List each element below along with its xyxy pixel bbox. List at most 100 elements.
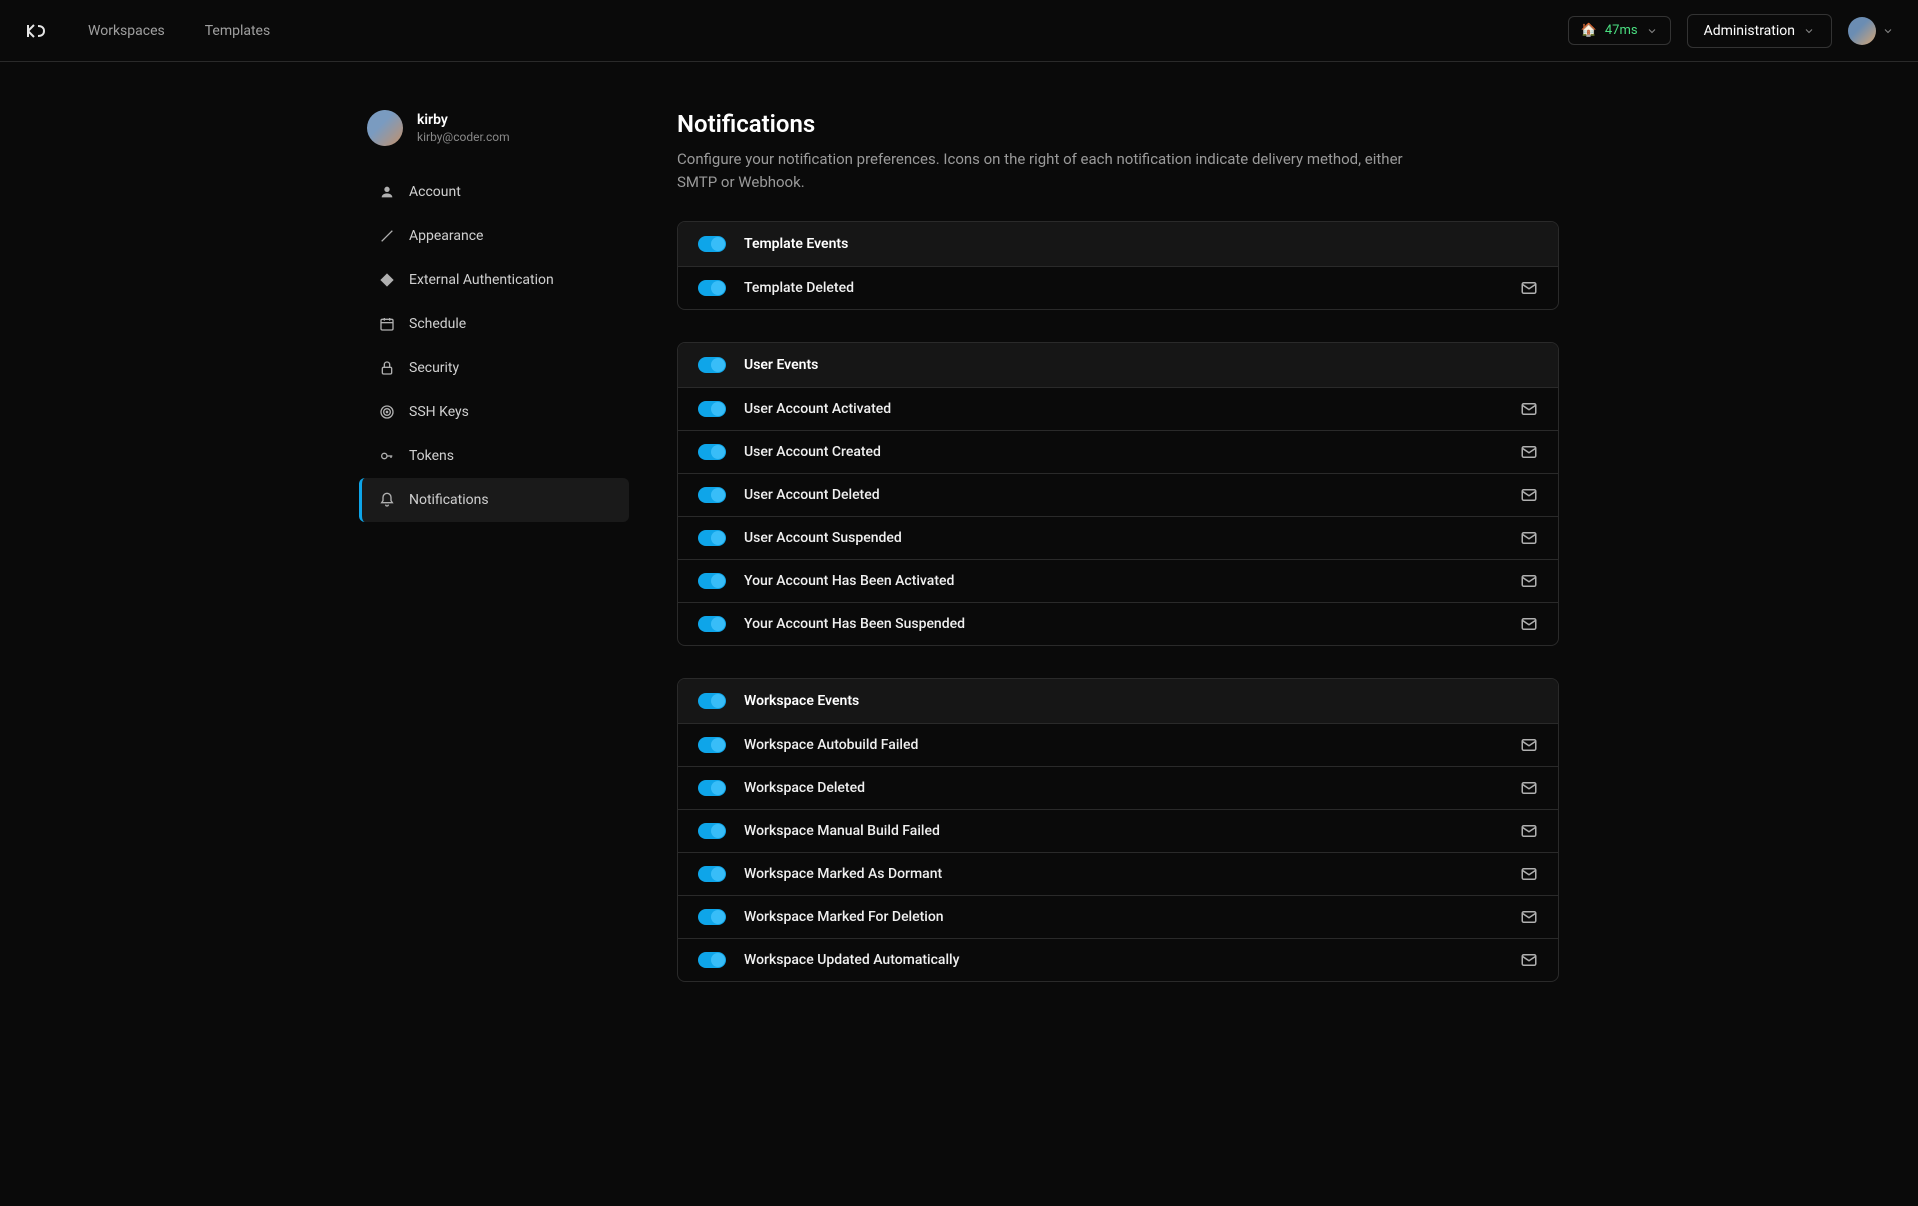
sidebar-item-label: SSH Keys: [409, 404, 469, 420]
user-name: kirby: [417, 112, 510, 128]
notification-toggle[interactable]: [698, 909, 726, 925]
notification-label: Workspace Marked As Dormant: [744, 866, 1502, 882]
avatar: [1848, 17, 1876, 45]
notification-label: Workspace Autobuild Failed: [744, 737, 1502, 753]
notification-row: Workspace Marked As Dormant: [678, 853, 1558, 896]
latency-icon: 🏠: [1581, 23, 1597, 38]
nav-templates[interactable]: Templates: [205, 23, 271, 39]
notification-row: Workspace Manual Build Failed: [678, 810, 1558, 853]
sidebar-item-external-auth[interactable]: External Authentication: [359, 258, 629, 302]
nav-workspaces[interactable]: Workspaces: [88, 23, 165, 39]
notification-row: User Account Suspended: [678, 517, 1558, 560]
notification-label: Your Account Has Been Suspended: [744, 616, 1502, 632]
notification-toggle[interactable]: [698, 401, 726, 417]
sidebar-item-label: Notifications: [409, 492, 489, 508]
notification-row: Workspace Autobuild Failed: [678, 724, 1558, 767]
latency-value: 47ms: [1605, 23, 1638, 38]
key-icon: [379, 448, 395, 464]
notification-toggle[interactable]: [698, 737, 726, 753]
notification-row: User Account Deleted: [678, 474, 1558, 517]
fingerprint-icon: [379, 404, 395, 420]
sidebar-item-ssh-keys[interactable]: SSH Keys: [359, 390, 629, 434]
person-icon: [379, 184, 395, 200]
notification-toggle[interactable]: [698, 616, 726, 632]
sidebar-item-account[interactable]: Account: [359, 170, 629, 214]
admin-button[interactable]: Administration: [1687, 14, 1832, 48]
notification-toggle[interactable]: [698, 530, 726, 546]
mail-icon: [1520, 615, 1538, 633]
mail-icon: [1520, 779, 1538, 797]
notification-section: User Events User Account Activated User Ac…: [677, 342, 1559, 646]
notification-label: User Account Deleted: [744, 487, 1502, 503]
chevron-down-icon: [1882, 25, 1894, 37]
mail-icon: [1520, 279, 1538, 297]
notification-toggle[interactable]: [698, 780, 726, 796]
top-nav: Workspaces Templates 🏠 47ms Administrati…: [0, 0, 1918, 62]
sidebar-item-schedule[interactable]: Schedule: [359, 302, 629, 346]
section-header: Workspace Events: [678, 679, 1558, 724]
mail-icon: [1520, 486, 1538, 504]
notification-toggle[interactable]: [698, 823, 726, 839]
notification-label: User Account Suspended: [744, 530, 1502, 546]
notification-row: Workspace Marked For Deletion: [678, 896, 1558, 939]
sidebar-item-appearance[interactable]: Appearance: [359, 214, 629, 258]
notification-label: Workspace Deleted: [744, 780, 1502, 796]
mail-icon: [1520, 736, 1538, 754]
user-email: kirby@coder.com: [417, 130, 510, 144]
mail-icon: [1520, 443, 1538, 461]
notification-toggle[interactable]: [698, 573, 726, 589]
notification-row: Your Account Has Been Activated: [678, 560, 1558, 603]
mail-icon: [1520, 529, 1538, 547]
notification-row: Workspace Updated Automatically: [678, 939, 1558, 981]
user-block: kirby kirby@coder.com: [359, 110, 629, 146]
page-subtitle: Configure your notification preferences.…: [677, 148, 1437, 193]
sidebar-item-label: External Authentication: [409, 272, 554, 288]
main-content: Notifications Configure your notificatio…: [677, 110, 1559, 1014]
sidebar-item-security[interactable]: Security: [359, 346, 629, 390]
notification-label: Workspace Manual Build Failed: [744, 823, 1502, 839]
notification-row: Template Deleted: [678, 267, 1558, 309]
section-toggle[interactable]: [698, 693, 726, 709]
section-header: User Events: [678, 343, 1558, 388]
sidebar-item-label: Account: [409, 184, 461, 200]
section-toggle[interactable]: [698, 357, 726, 373]
sidebar-item-label: Schedule: [409, 316, 466, 332]
sidebar-item-tokens[interactable]: Tokens: [359, 434, 629, 478]
notification-row: Workspace Deleted: [678, 767, 1558, 810]
section-title: Workspace Events: [744, 693, 859, 709]
sidebar-item-notifications[interactable]: Notifications: [359, 478, 629, 522]
notification-row: User Account Created: [678, 431, 1558, 474]
notification-toggle[interactable]: [698, 280, 726, 296]
mail-icon: [1520, 908, 1538, 926]
sidebar: kirby kirby@coder.com Account Appearance…: [359, 110, 629, 1014]
mail-icon: [1520, 400, 1538, 418]
diamond-icon: [379, 272, 395, 288]
section-title: Template Events: [744, 236, 848, 252]
notification-label: Your Account Has Been Activated: [744, 573, 1502, 589]
notification-label: User Account Created: [744, 444, 1502, 460]
mail-icon: [1520, 572, 1538, 590]
section-toggle[interactable]: [698, 236, 726, 252]
notification-toggle[interactable]: [698, 444, 726, 460]
brush-icon: [379, 228, 395, 244]
notification-row: User Account Activated: [678, 388, 1558, 431]
admin-label: Administration: [1704, 23, 1795, 39]
sidebar-item-label: Security: [409, 360, 459, 376]
notification-label: User Account Activated: [744, 401, 1502, 417]
chevron-down-icon: [1646, 25, 1658, 37]
logo-icon: [24, 19, 48, 43]
chevron-down-icon: [1803, 25, 1815, 37]
notification-row: Your Account Has Been Suspended: [678, 603, 1558, 645]
calendar-icon: [379, 316, 395, 332]
latency-badge[interactable]: 🏠 47ms: [1568, 16, 1671, 45]
notification-section: Workspace Events Workspace Autobuild Fail…: [677, 678, 1559, 982]
notification-toggle[interactable]: [698, 487, 726, 503]
avatar-menu[interactable]: [1848, 17, 1894, 45]
notification-toggle[interactable]: [698, 952, 726, 968]
section-title: User Events: [744, 357, 818, 373]
mail-icon: [1520, 822, 1538, 840]
sidebar-item-label: Appearance: [409, 228, 483, 244]
notification-toggle[interactable]: [698, 866, 726, 882]
bell-icon: [379, 492, 395, 508]
page-title: Notifications: [677, 110, 1559, 138]
